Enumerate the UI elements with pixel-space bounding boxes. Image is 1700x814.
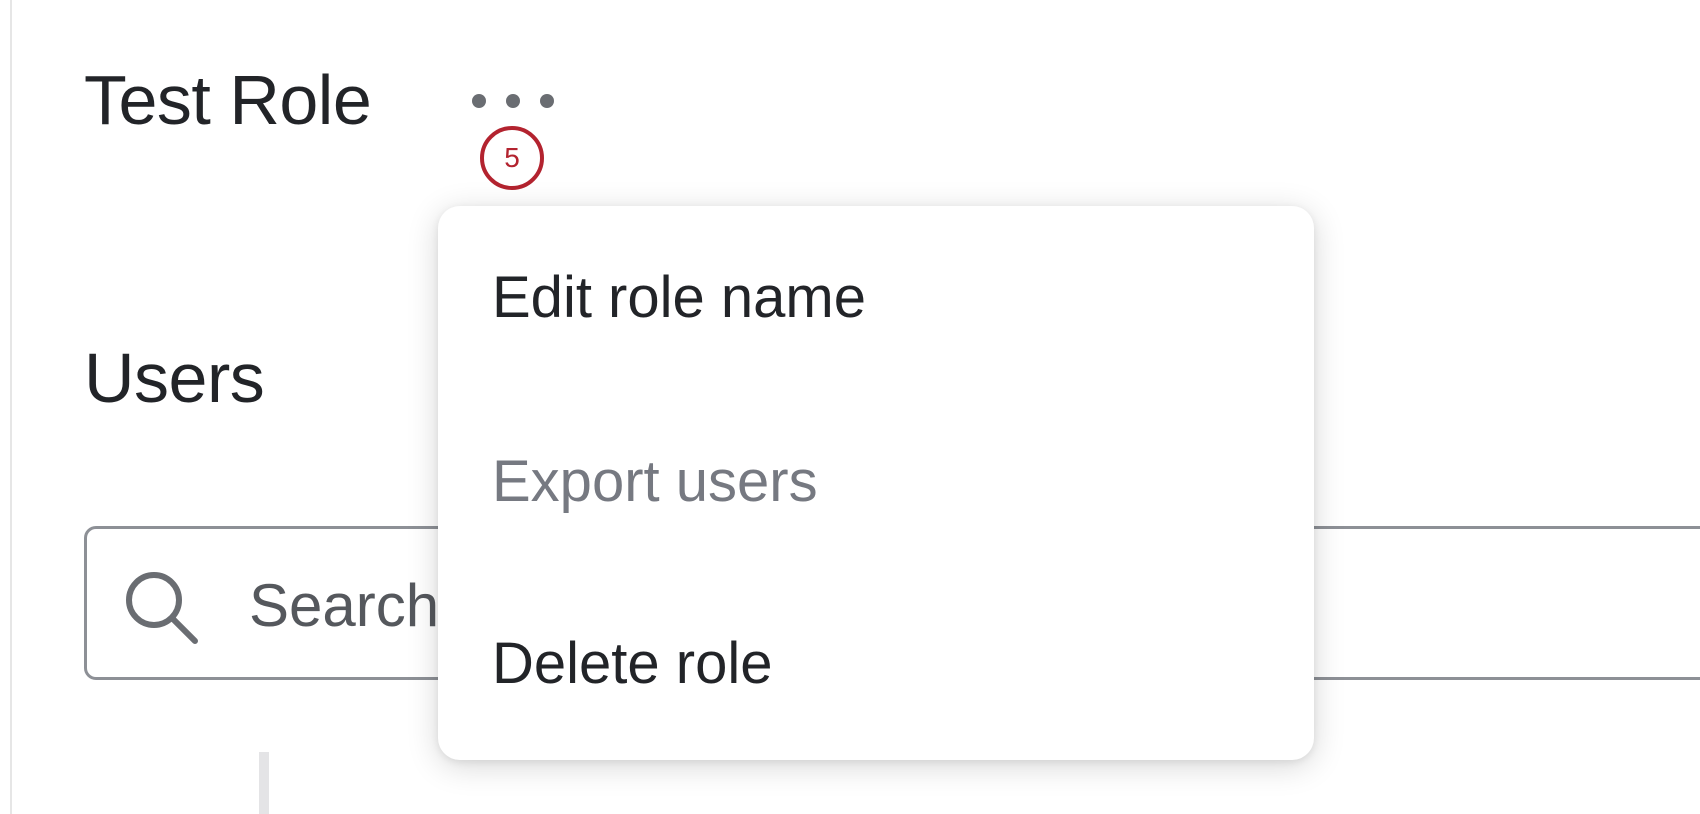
more-horizontal-icon	[472, 94, 486, 108]
more-options-button[interactable]	[472, 84, 556, 118]
search-icon	[126, 572, 198, 644]
step-badge: 5	[480, 126, 544, 190]
left-divider	[10, 0, 12, 814]
role-options-menu: Edit role name Export users Delete role	[438, 206, 1314, 760]
menu-item-export-users: Export users	[492, 449, 818, 514]
menu-item-edit-role-name[interactable]: Edit role name	[492, 258, 1272, 338]
users-section-heading: Users	[84, 339, 265, 417]
page-title: Test Role	[84, 61, 372, 139]
scroll-indicator[interactable]	[259, 752, 269, 814]
menu-item-delete-role[interactable]: Delete role	[492, 624, 1272, 704]
more-horizontal-icon	[506, 94, 520, 108]
more-horizontal-icon	[540, 94, 554, 108]
role-details-page: Test Role 5 Users Edit role name Export …	[0, 0, 1700, 814]
